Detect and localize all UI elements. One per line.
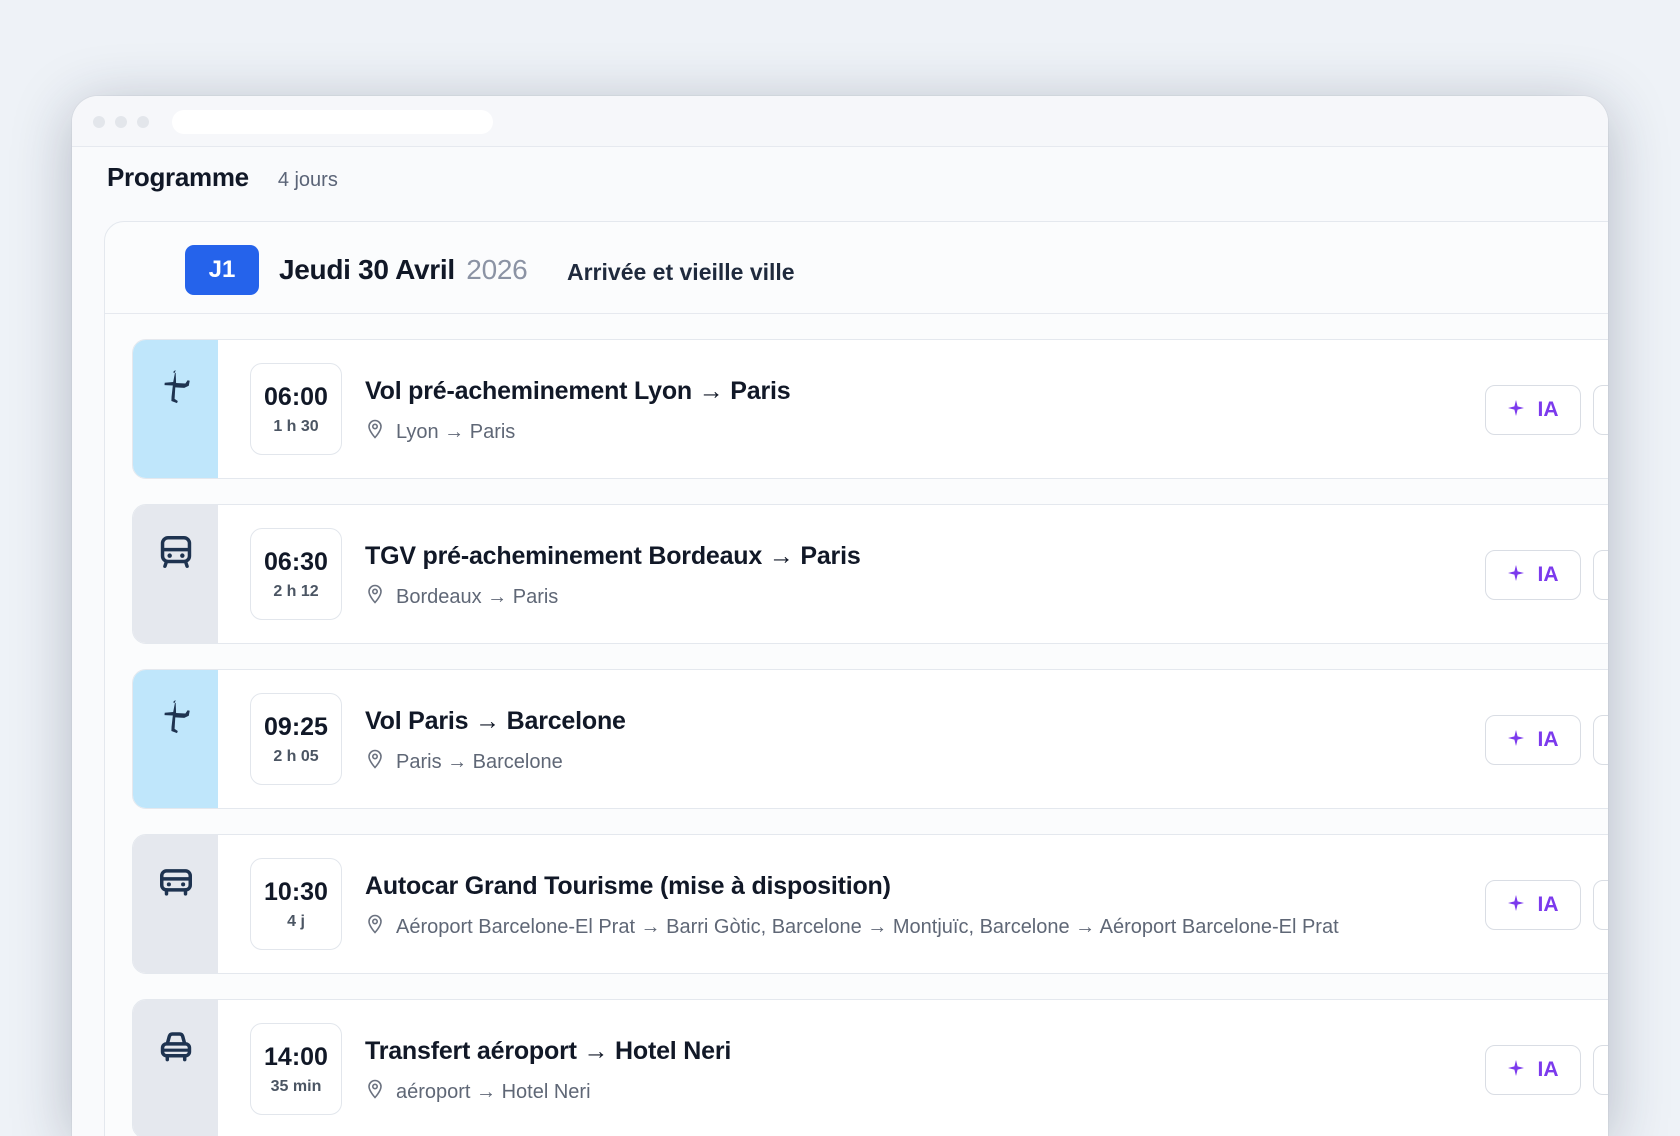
ia-button[interactable]: IA [1485,385,1581,435]
map-pin-icon [366,584,396,610]
program-days-count: 4 jours [277,169,338,191]
event-location-text: Bordeaux → Paris [396,585,559,608]
event-location-text: Lyon → Paris [396,420,516,443]
event-location: Lyon → Paris [366,419,515,445]
day-card: J1 Jeudi 30 Avril 2026 Arrivée et vieill… [104,221,1608,1136]
event-time: 14:00 [264,1042,328,1071]
program-header: Programme 4 jours [107,162,338,193]
address-bar[interactable] [172,110,493,134]
event-time: 09:25 [264,712,328,741]
map-pin-icon [366,419,396,445]
event-action-button[interactable] [1593,385,1608,435]
sparkle-icon [1507,893,1538,917]
time-box: 14:00 35 min [250,1023,342,1115]
browser-chrome [72,96,1608,147]
event-card[interactable]: 10:30 4 j Autocar Grand Tourisme (mise à… [132,834,1608,974]
day-badge[interactable]: J1 [185,245,259,295]
event-action-button[interactable] [1593,715,1608,765]
event-title: TGV pré-acheminement Bordeaux → Paris [365,542,861,570]
event-location: Aéroport Barcelone-El Prat → Barri Gòtic… [366,914,1339,940]
event-card[interactable]: 09:25 2 h 05 Vol Paris → Barcelone Paris… [132,669,1608,809]
day-year: 2026 [466,254,528,285]
ia-button-label: IA [1537,563,1559,586]
time-box: 09:25 2 h 05 [250,693,342,785]
event-duration: 1 h 30 [273,417,319,435]
sparkle-icon [1507,728,1538,752]
program-title: Programme [107,162,249,192]
map-pin-icon [366,914,396,940]
browser-window: Programme 4 jours J1 Jeudi 30 Avril 2026… [72,96,1608,1136]
day-date-text: Jeudi 30 Avril [279,254,455,285]
window-control-close[interactable] [93,116,105,128]
event-duration: 2 h 12 [273,582,319,600]
event-location-text: Paris → Barcelone [396,750,563,773]
plane-icon [157,698,195,808]
event-action-button[interactable] [1593,1045,1608,1095]
ia-button[interactable]: IA [1485,880,1581,930]
day-header: J1 Jeudi 30 Avril 2026 Arrivée et vieill… [105,222,1608,314]
sparkle-icon [1507,398,1538,422]
event-location-text: aéroport → Hotel Neri [396,1080,591,1103]
event-type-strip [133,1000,218,1136]
event-duration: 2 h 05 [273,747,319,765]
sparkle-icon [1507,563,1538,587]
event-card[interactable]: 06:00 1 h 30 Vol pré-acheminement Lyon →… [132,339,1608,479]
map-pin-icon [366,1079,396,1105]
event-action-button[interactable] [1593,880,1608,930]
event-duration: 35 min [270,1077,322,1095]
window-control-maximize[interactable] [137,116,149,128]
event-type-strip [133,670,218,808]
time-box: 10:30 4 j [250,858,342,950]
event-type-strip [133,505,218,643]
time-box: 06:30 2 h 12 [250,528,342,620]
event-title: Vol pré-acheminement Lyon → Paris [365,377,791,405]
event-card[interactable]: 14:00 35 min Transfert aéroport → Hotel … [132,999,1608,1136]
event-title: Vol Paris → Barcelone [365,707,626,735]
event-type-strip [133,835,218,973]
sparkle-icon [1507,1058,1538,1082]
event-card[interactable]: 06:30 2 h 12 TGV pré-acheminement Bordea… [132,504,1608,644]
event-location: Paris → Barcelone [366,749,563,775]
ia-button-label: IA [1537,1058,1559,1081]
map-pin-icon [366,749,396,775]
time-box: 06:00 1 h 30 [250,363,342,455]
day-date: Jeudi 30 Avril 2026 [279,254,528,286]
ia-button-label: IA [1537,398,1559,421]
event-location: aéroport → Hotel Neri [366,1079,591,1105]
event-duration: 4 j [287,912,305,930]
event-time: 10:30 [264,877,328,906]
train-icon [157,533,195,643]
event-title: Transfert aéroport → Hotel Neri [365,1037,732,1065]
event-location: Bordeaux → Paris [366,584,558,610]
event-time: 06:00 [264,382,328,411]
ia-button[interactable]: IA [1485,1045,1581,1095]
plane-icon [157,368,195,478]
day-subtitle: Arrivée et vieille ville [567,259,795,285]
ia-button[interactable]: IA [1485,550,1581,600]
event-title: Autocar Grand Tourisme (mise à dispositi… [365,872,891,900]
bus-icon [157,863,195,973]
event-action-button[interactable] [1593,550,1608,600]
event-type-strip [133,340,218,478]
event-location-text: Aéroport Barcelone-El Prat → Barri Gòtic… [396,915,1339,938]
window-control-minimize[interactable] [115,116,127,128]
ia-button-label: IA [1537,893,1559,916]
ia-button[interactable]: IA [1485,715,1581,765]
event-time: 06:30 [264,547,328,576]
ia-button-label: IA [1537,728,1559,751]
